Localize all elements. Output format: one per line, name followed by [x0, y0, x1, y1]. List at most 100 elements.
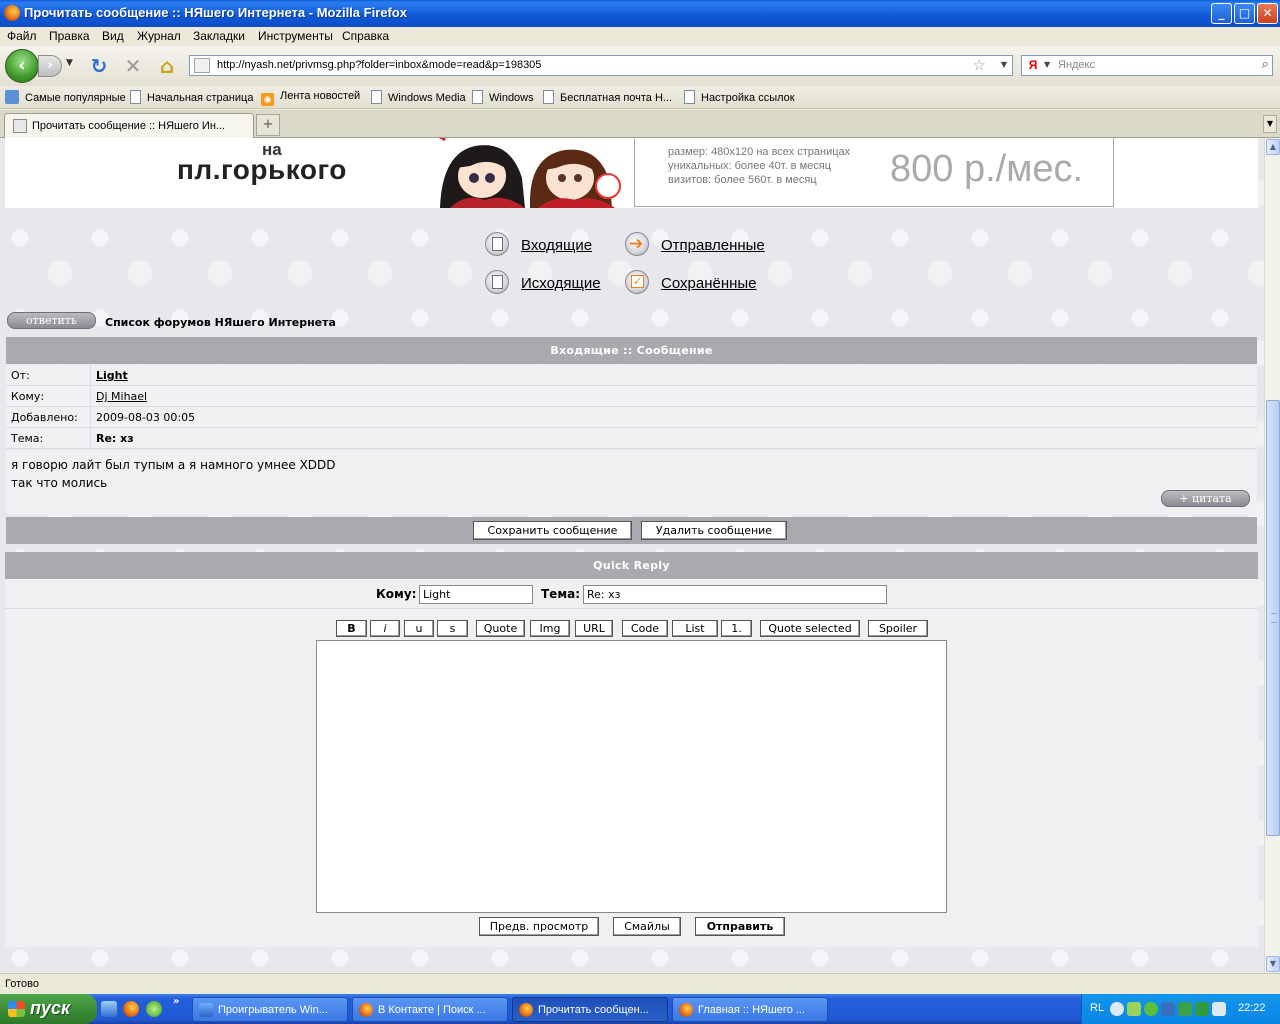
folder-saved-link[interactable]: Сохранённые — [661, 275, 757, 292]
qr-subject-input[interactable]: Re: хз — [583, 585, 887, 604]
from-label: От: — [11, 369, 30, 382]
search-engine-icon[interactable]: Я — [1025, 58, 1041, 73]
menu-history[interactable]: Журнал — [137, 29, 181, 43]
start-button[interactable]: пуск — [0, 994, 97, 1024]
bbcode-list-button[interactable]: List — [672, 620, 718, 637]
menu-edit[interactable]: Правка — [49, 29, 90, 43]
tray-arrow-icon[interactable] — [1110, 1002, 1124, 1016]
scroll-up-icon[interactable]: ▲ — [1266, 139, 1280, 155]
forum-index-link[interactable]: Список форумов НЯшего Интернета — [105, 316, 336, 329]
ad-price: 800 р./мес. — [890, 148, 1084, 190]
ad-uniques-line: уникальных: более 40т. в месяц — [668, 160, 832, 172]
firefox-icon — [679, 1003, 693, 1017]
forward-button[interactable]: › — [38, 55, 62, 77]
address-bar[interactable]: http://nyash.net/privmsg.php?folder=inbo… — [189, 55, 1013, 76]
bookmark-windows-media[interactable]: Windows Media — [371, 90, 466, 104]
menu-bookmarks[interactable]: Закладки — [193, 29, 245, 43]
minimize-button[interactable]: _ — [1211, 3, 1232, 24]
bbcode-img-button[interactable]: Img — [530, 620, 570, 637]
close-button[interactable]: ✕ — [1257, 3, 1278, 24]
preview-button[interactable]: Предв. просмотр — [479, 917, 599, 936]
taskbar-item-read-message[interactable]: Прочитать сообщен... — [512, 997, 668, 1022]
folder-outbox-link[interactable]: Исходящие — [521, 275, 601, 292]
language-indicator[interactable]: RL — [1090, 1002, 1104, 1014]
window-title: Прочитать сообщение :: НЯшего Интернета … — [24, 5, 407, 20]
tray-app-icon[interactable] — [1178, 1002, 1192, 1016]
taskbar-item-vkontakte[interactable]: В Контакте | Поиск ... — [352, 997, 508, 1022]
menu-tools[interactable]: Инструменты — [258, 29, 333, 43]
bookmark-link-settings[interactable]: Настройка ссылок — [684, 90, 795, 104]
bbcode-underline-button[interactable]: u — [404, 620, 434, 637]
url-dropdown-icon[interactable]: ▼ — [1001, 60, 1007, 69]
search-icon[interactable]: ⌕ — [1262, 57, 1269, 72]
save-message-button[interactable]: Сохранить сообщение — [473, 521, 632, 540]
search-input[interactable]: Яндекс — [1058, 59, 1095, 71]
bbcode-bold-button[interactable]: B — [336, 620, 367, 637]
bbcode-code-button[interactable]: Code — [622, 620, 668, 637]
reply-button[interactable]: ответить — [7, 312, 96, 329]
search-bar[interactable]: Я ▼ Яндекс ⌕ — [1021, 55, 1273, 76]
tab-list-icon[interactable]: ▼ — [1263, 115, 1277, 133]
bookmark-free-mail[interactable]: Бесплатная почта Н... — [543, 90, 672, 104]
bookmark-windows[interactable]: Windows — [472, 90, 534, 104]
tray-check-icon[interactable] — [1127, 1002, 1141, 1016]
to-user-link[interactable]: Dj Mihael — [96, 390, 147, 403]
delete-message-button[interactable]: Удалить сообщение — [641, 521, 787, 540]
qr-to-label: Кому: — [376, 587, 417, 601]
back-button[interactable]: ‹ — [5, 49, 39, 83]
bookmark-star-icon[interactable]: ☆ — [973, 56, 986, 74]
tray-security-icon[interactable] — [1195, 1002, 1209, 1016]
url-text[interactable]: http://nyash.net/privmsg.php?folder=inbo… — [217, 59, 541, 71]
bookmark-start-page[interactable]: Начальная страница — [130, 90, 253, 104]
outbox-icon[interactable] — [485, 270, 509, 294]
message-from-row: От: Light — [6, 365, 1257, 386]
taskbar-item-main-page[interactable]: Главная :: НЯшего ... — [672, 997, 828, 1022]
send-button[interactable]: Отправить — [695, 917, 785, 936]
folder-sent-link[interactable]: Отправленные — [661, 237, 765, 254]
sent-arrow-icon[interactable]: ➔ — [625, 232, 649, 256]
stop-icon[interactable]: ✕ — [121, 54, 145, 78]
message-actions-bar: Сохранить сообщение Удалить сообщение — [6, 517, 1257, 544]
tab-read-message[interactable]: Прочитать сообщение :: НЯшего Ин... — [4, 113, 254, 138]
new-tab-button[interactable]: + — [256, 114, 280, 136]
tray-volume-icon[interactable] — [1212, 1002, 1226, 1016]
taskbar-item-media-player[interactable]: Проигрыватель Win... — [192, 997, 348, 1022]
tray-icq-icon[interactable] — [1144, 1002, 1158, 1016]
scrollbar-thumb[interactable] — [1266, 400, 1280, 836]
bbcode-strike-button[interactable]: s — [437, 620, 468, 637]
quicklaunch-more-icon[interactable]: » — [173, 996, 179, 1007]
quick-reply-fields: Кому: Light Тема: Re: хз — [5, 579, 1258, 609]
reload-icon[interactable]: ↻ — [87, 54, 111, 78]
bbcode-quote-selected-button[interactable]: Quote selected — [760, 620, 860, 637]
tray-network-icon[interactable] — [1161, 1002, 1175, 1016]
reply-textarea[interactable] — [316, 640, 947, 913]
icq-quicklaunch-icon[interactable] — [146, 1001, 162, 1017]
search-engine-dropdown-icon[interactable]: ▼ — [1044, 60, 1050, 69]
qr-to-input[interactable]: Light — [419, 585, 533, 604]
history-dropdown-icon[interactable]: ▼ — [66, 58, 73, 68]
menu-file[interactable]: Файл — [7, 29, 37, 43]
menu-view[interactable]: Вид — [102, 29, 124, 43]
maximize-button[interactable]: □ — [1234, 3, 1255, 24]
from-user-link[interactable]: Light — [96, 369, 128, 382]
ad-banner[interactable]: на пл.горького размер: 480x120 на всех с… — [5, 138, 1258, 208]
quote-button[interactable]: + цитата — [1161, 490, 1250, 507]
smilies-button[interactable]: Смайлы — [613, 917, 681, 936]
bbcode-numbered-list-button[interactable]: 1. — [721, 620, 752, 637]
firefox-quicklaunch-icon[interactable] — [123, 1001, 139, 1017]
bbcode-spoiler-button[interactable]: Spoiler — [868, 620, 928, 637]
site-identity-icon[interactable] — [194, 58, 210, 73]
bbcode-url-button[interactable]: URL — [575, 620, 613, 637]
bbcode-quote-button[interactable]: Quote — [476, 620, 525, 637]
show-desktop-icon[interactable] — [101, 1001, 117, 1017]
bookmark-most-visited[interactable]: Самые популярные — [5, 90, 126, 104]
saved-check-icon[interactable]: ✓ — [625, 270, 649, 294]
scroll-down-icon[interactable]: ▼ — [1266, 956, 1280, 972]
home-icon[interactable]: ⌂ — [155, 54, 179, 78]
bookmark-news-feed[interactable]: ◉ Лента новостей — [261, 90, 360, 106]
inbox-icon[interactable] — [485, 232, 509, 256]
page-scrollbar[interactable]: ▲ ▼ — [1264, 138, 1280, 973]
menu-help[interactable]: Справка — [342, 29, 389, 43]
bbcode-italic-button[interactable]: i — [370, 620, 400, 637]
folder-inbox-link[interactable]: Входящие — [521, 237, 592, 254]
